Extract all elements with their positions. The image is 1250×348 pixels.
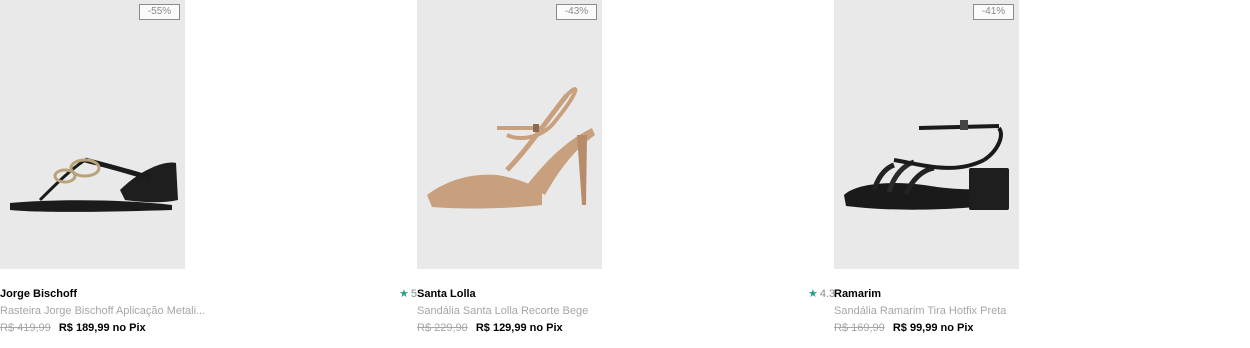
star-icon: ★ xyxy=(808,288,818,300)
current-price: R$ 99,99 xyxy=(892,322,938,334)
product-brand[interactable]: Ramarim xyxy=(834,287,881,301)
current-price: R$ 129,99 xyxy=(475,322,527,334)
pix-label: no Pix xyxy=(112,322,146,334)
product-rating: ★ 5 xyxy=(399,288,417,300)
heel-sandal-image xyxy=(427,87,595,209)
product-prices: R$ 419,99 R$ 189,99 no Pix xyxy=(0,321,146,335)
discount-badge: -55% xyxy=(139,4,180,20)
old-price: R$ 229,90 xyxy=(417,322,468,334)
product-name[interactable]: Sandália Santa Lolla Recorte Bege xyxy=(417,304,588,318)
product-card[interactable]: -55% Jorge Bischoff Rasteira Jorge Bisch… xyxy=(0,0,400,348)
pix-label: no Pix xyxy=(529,322,563,334)
product-card[interactable]: -43% ★ 5 Santa Lolla Sandália Santa Lolla… xyxy=(399,0,817,348)
old-price: R$ 419,99 xyxy=(0,322,51,334)
product-rating: ★ 4.3 xyxy=(808,288,835,300)
product-image[interactable]: -43% xyxy=(417,0,602,269)
pix-label: no Pix xyxy=(940,322,974,334)
block-heel-sandal-image xyxy=(844,120,1009,210)
discount-badge: -41% xyxy=(973,4,1014,20)
product-prices: R$ 169,99 R$ 99,99 no Pix xyxy=(834,321,974,335)
discount-badge: -43% xyxy=(556,4,597,20)
product-image[interactable]: -55% xyxy=(0,0,185,269)
product-name[interactable]: Rasteira Jorge Bischoff Aplicação Metali… xyxy=(0,304,205,318)
old-price: R$ 169,99 xyxy=(834,322,885,334)
flat-sandal-image xyxy=(10,157,178,212)
product-name[interactable]: Sandália Ramarim Tira Hotfix Preta xyxy=(834,304,1006,318)
star-icon: ★ xyxy=(399,288,409,300)
product-brand[interactable]: Jorge Bischoff xyxy=(0,287,77,301)
product-brand[interactable]: Santa Lolla xyxy=(417,287,476,301)
rating-value: 4.3 xyxy=(819,288,836,300)
product-card[interactable]: -41% ★ 4.3 Ramarim Sandália Ramarim Tira … xyxy=(808,0,1234,348)
product-image[interactable]: -41% xyxy=(834,0,1019,269)
product-prices: R$ 229,90 R$ 129,99 no Pix xyxy=(417,321,563,335)
current-price: R$ 189,99 xyxy=(58,322,110,334)
